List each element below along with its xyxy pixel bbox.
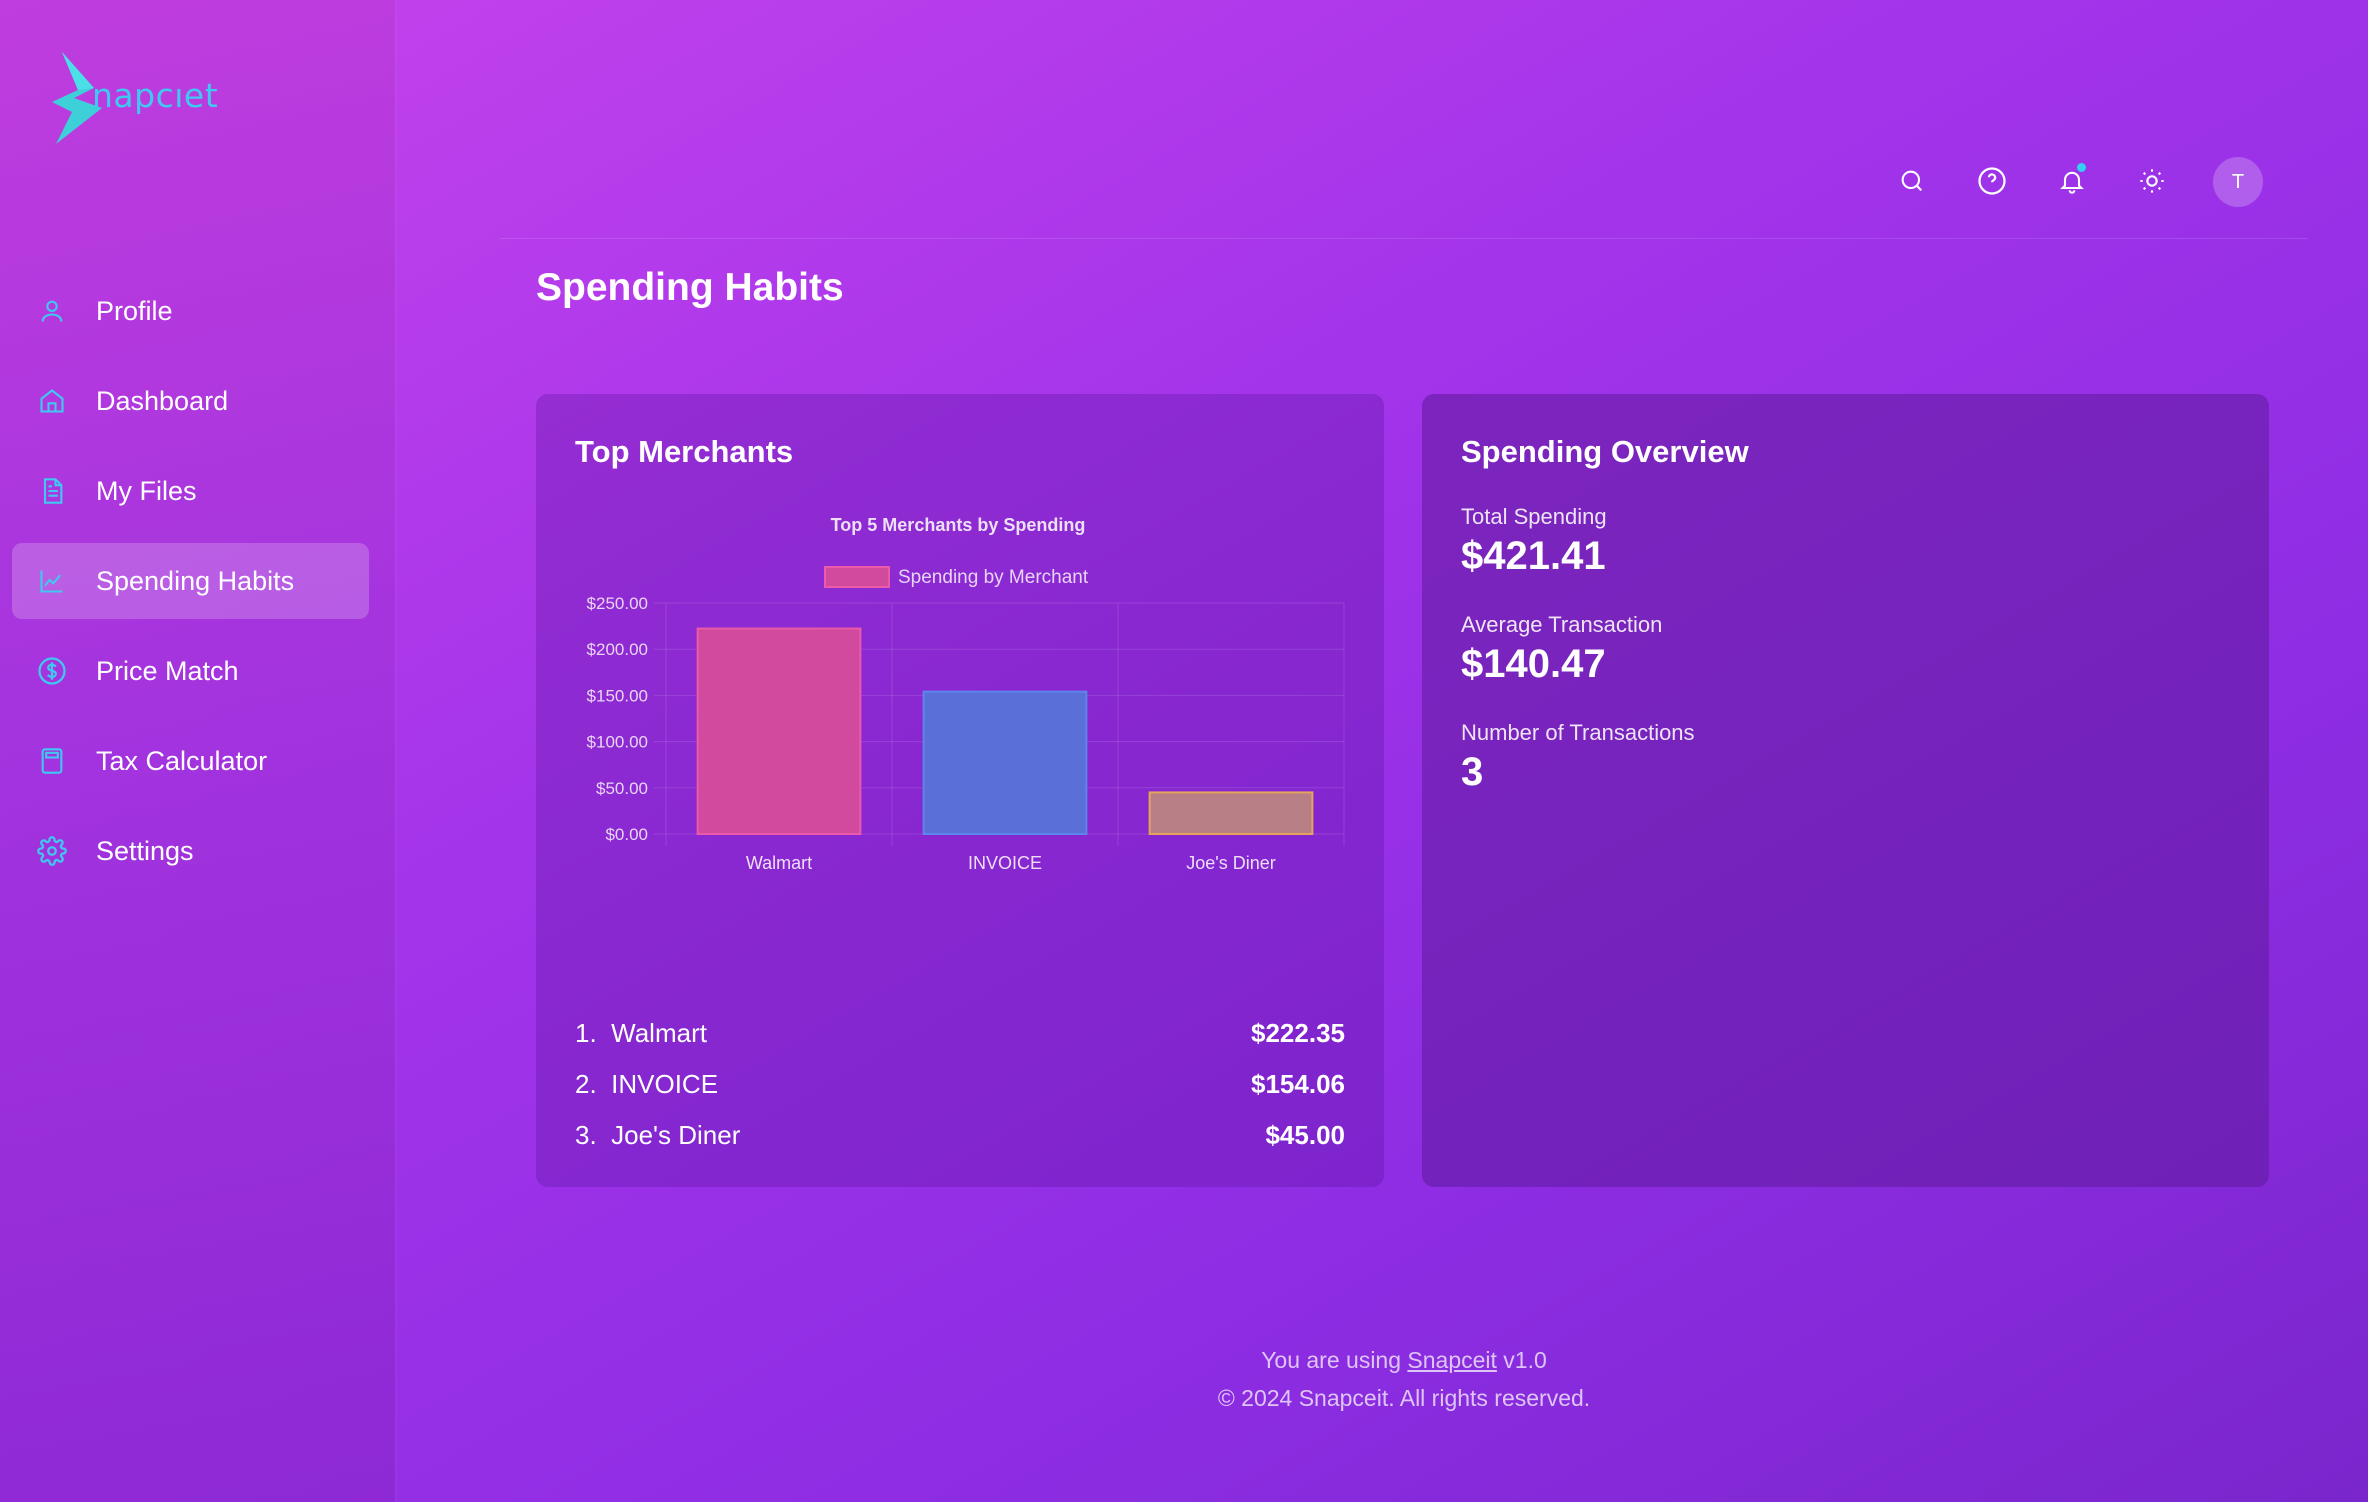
sidebar-item-settings[interactable]: Settings — [12, 813, 369, 889]
sidebar: napcıet Profile Dashboard My Files Spend… — [0, 0, 395, 1502]
footer: You are using Snapceit v1.0 © 2024 Snapc… — [500, 1341, 2308, 1417]
sidebar-item-tax-calculator[interactable]: Tax Calculator — [12, 723, 369, 799]
calculator-icon — [36, 745, 68, 777]
merchant-name: Walmart — [611, 1018, 707, 1048]
sidebar-item-my-files[interactable]: My Files — [12, 453, 369, 529]
total-spending-value: $421.41 — [1461, 534, 1606, 578]
merchant-bar-chart: Top 5 Merchants by Spending Spending by … — [587, 515, 1345, 873]
x-tick-label: Joe's Diner — [1186, 853, 1275, 873]
version-prefix: You are using — [1261, 1347, 1408, 1373]
merchant-rank: 3. — [575, 1120, 597, 1150]
brand-logo[interactable]: napcıet — [52, 52, 222, 144]
y-tick-label: $200.00 — [587, 640, 648, 659]
bar[interactable] — [1148, 791, 1314, 836]
sidebar-item-label: Price Match — [96, 655, 239, 686]
sidebar-item-label: Spending Habits — [96, 565, 295, 596]
merchant-amount: $154.06 — [1251, 1069, 1345, 1099]
y-tick-label: $250.00 — [587, 594, 648, 613]
page-title: Spending Habits — [536, 266, 844, 309]
total-spending-label: Total Spending — [1461, 504, 1607, 529]
card-title: Spending Overview — [1461, 434, 1749, 469]
transaction-count-value: 3 — [1461, 750, 1484, 794]
spending-overview-card: Spending Overview Total Spending $421.41… — [1422, 394, 2269, 1187]
sidebar-nav: Profile Dashboard My Files Spending Habi… — [12, 273, 369, 903]
home-icon — [36, 385, 68, 417]
transaction-count-label: Number of Transactions — [1461, 720, 1695, 745]
average-transaction-value: $140.47 — [1461, 642, 1606, 686]
bell-icon[interactable] — [2048, 157, 2096, 205]
merchant-rank: 1. — [575, 1018, 597, 1048]
sidebar-item-spending-habits[interactable]: Spending Habits — [12, 543, 369, 619]
sidebar-item-label: Settings — [96, 835, 194, 866]
bar[interactable] — [696, 627, 862, 835]
merchant-list: 1. Walmart $222.35 2. INVOICE $154.06 3.… — [575, 1008, 1345, 1161]
merchant-amount: $45.00 — [1265, 1120, 1345, 1150]
legend-swatch — [824, 566, 890, 588]
version-suffix: v1.0 — [1496, 1347, 1547, 1373]
y-tick-label: $100.00 — [587, 733, 648, 752]
sidebar-item-dashboard[interactable]: Dashboard — [12, 363, 369, 439]
merchant-name: Joe's Diner — [611, 1120, 741, 1150]
sidebar-item-label: My Files — [96, 475, 197, 506]
notification-dot — [2077, 163, 2086, 172]
sidebar-item-profile[interactable]: Profile — [12, 273, 369, 349]
x-tick-label: INVOICE — [968, 853, 1042, 873]
y-tick-label: $0.00 — [605, 825, 648, 844]
sidebar-item-label: Profile — [96, 295, 173, 326]
avatar[interactable]: T — [2213, 157, 2263, 207]
copyright: © 2024 Snapceit. All rights reserved. — [1217, 1385, 1591, 1411]
gear-icon — [36, 835, 68, 867]
file-icon — [36, 475, 68, 507]
legend-label: Spending by Merchant — [898, 567, 1089, 588]
help-icon[interactable] — [1968, 157, 2016, 205]
top-merchants-card: Top Merchants Top 5 Merchants by Spendin… — [536, 394, 1384, 1187]
average-transaction-label: Average Transaction — [1461, 612, 1663, 637]
merchant-amount: $222.35 — [1251, 1018, 1345, 1048]
card-title: Top Merchants — [575, 434, 794, 469]
top-bar: T — [500, 0, 2308, 239]
merchant-rank: 2. — [575, 1069, 597, 1099]
chart-line-icon — [36, 565, 68, 597]
sun-icon[interactable] — [2128, 157, 2176, 205]
y-tick-label: $50.00 — [596, 779, 648, 798]
user-icon — [36, 295, 68, 327]
dollar-circle-icon — [36, 655, 68, 687]
list-item: 2. INVOICE $154.06 — [575, 1059, 1345, 1110]
sidebar-item-label: Tax Calculator — [96, 745, 268, 776]
snapceit-link[interactable]: Snapceit — [1407, 1347, 1497, 1373]
version-line: You are using Snapceit v1.0 — [500, 1341, 2308, 1379]
list-item: 1. Walmart $222.35 — [575, 1008, 1345, 1059]
list-item: 3. Joe's Diner $45.00 — [575, 1110, 1345, 1161]
y-tick-label: $150.00 — [587, 686, 648, 705]
sidebar-item-label: Dashboard — [96, 385, 229, 416]
chart-title: Top 5 Merchants by Spending — [831, 515, 1086, 535]
search-icon[interactable] — [1888, 157, 1936, 205]
sidebar-item-price-match[interactable]: Price Match — [12, 633, 369, 709]
merchant-name: INVOICE — [611, 1069, 719, 1099]
bar[interactable] — [922, 690, 1088, 835]
brand-name: napcıet — [92, 76, 219, 115]
x-tick-label: Walmart — [746, 853, 812, 873]
